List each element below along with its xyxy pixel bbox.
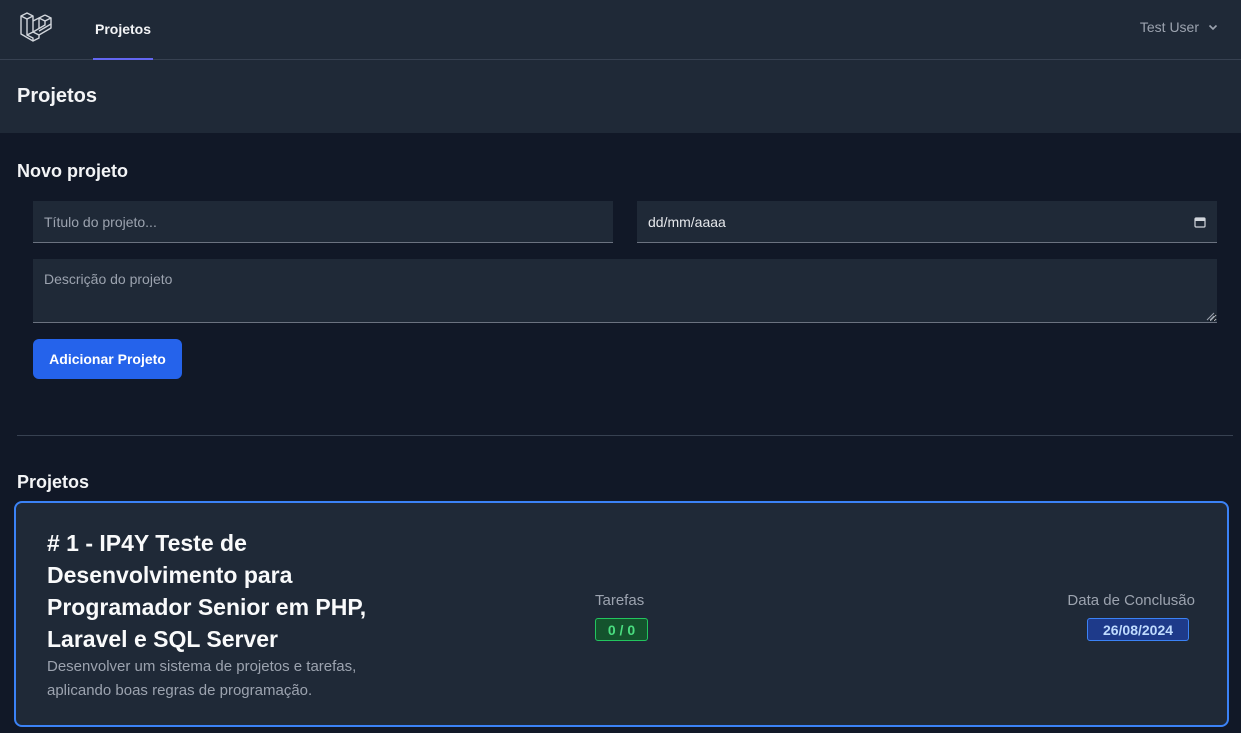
project-card[interactable]: # 1 - IP4Y Teste de Desenvolvimento para… [14,501,1229,727]
project-description: Desenvolver um sistema de projetos e tar… [47,658,357,699]
page-header: Projetos [0,60,1241,133]
completion-date-label: Data de Conclusão [1067,592,1195,609]
user-name: Test User [1139,18,1199,35]
section-divider [17,435,1233,436]
laravel-logo-icon[interactable] [19,10,55,46]
user-menu-dropdown[interactable]: Test User [1140,0,1219,53]
project-date-input[interactable]: dd/mm/aaaa [637,201,1217,243]
completion-date-badge: 26/08/2024 [1087,618,1189,641]
nav-link-projetos[interactable]: Projetos [93,0,153,60]
project-title-input[interactable] [33,201,613,243]
top-navbar: Projetos Test User [0,0,1241,60]
chevron-down-icon [1208,24,1218,30]
project-description-textarea[interactable] [33,259,1217,323]
calendar-icon[interactable] [1194,216,1206,228]
new-project-heading: Novo projeto [17,161,128,181]
date-value: dd/mm/aaaa [648,213,726,230]
page-title: Projetos [17,85,98,107]
project-title: # 1 - IP4Y Teste de Desenvolvimento para… [47,530,367,652]
projects-heading: Projetos [17,472,90,492]
add-project-button[interactable]: Adicionar Projeto [33,339,182,379]
resize-grip-icon[interactable] [1206,312,1215,321]
tasks-count-badge: 0 / 0 [595,618,648,641]
tasks-label: Tarefas [595,592,645,609]
